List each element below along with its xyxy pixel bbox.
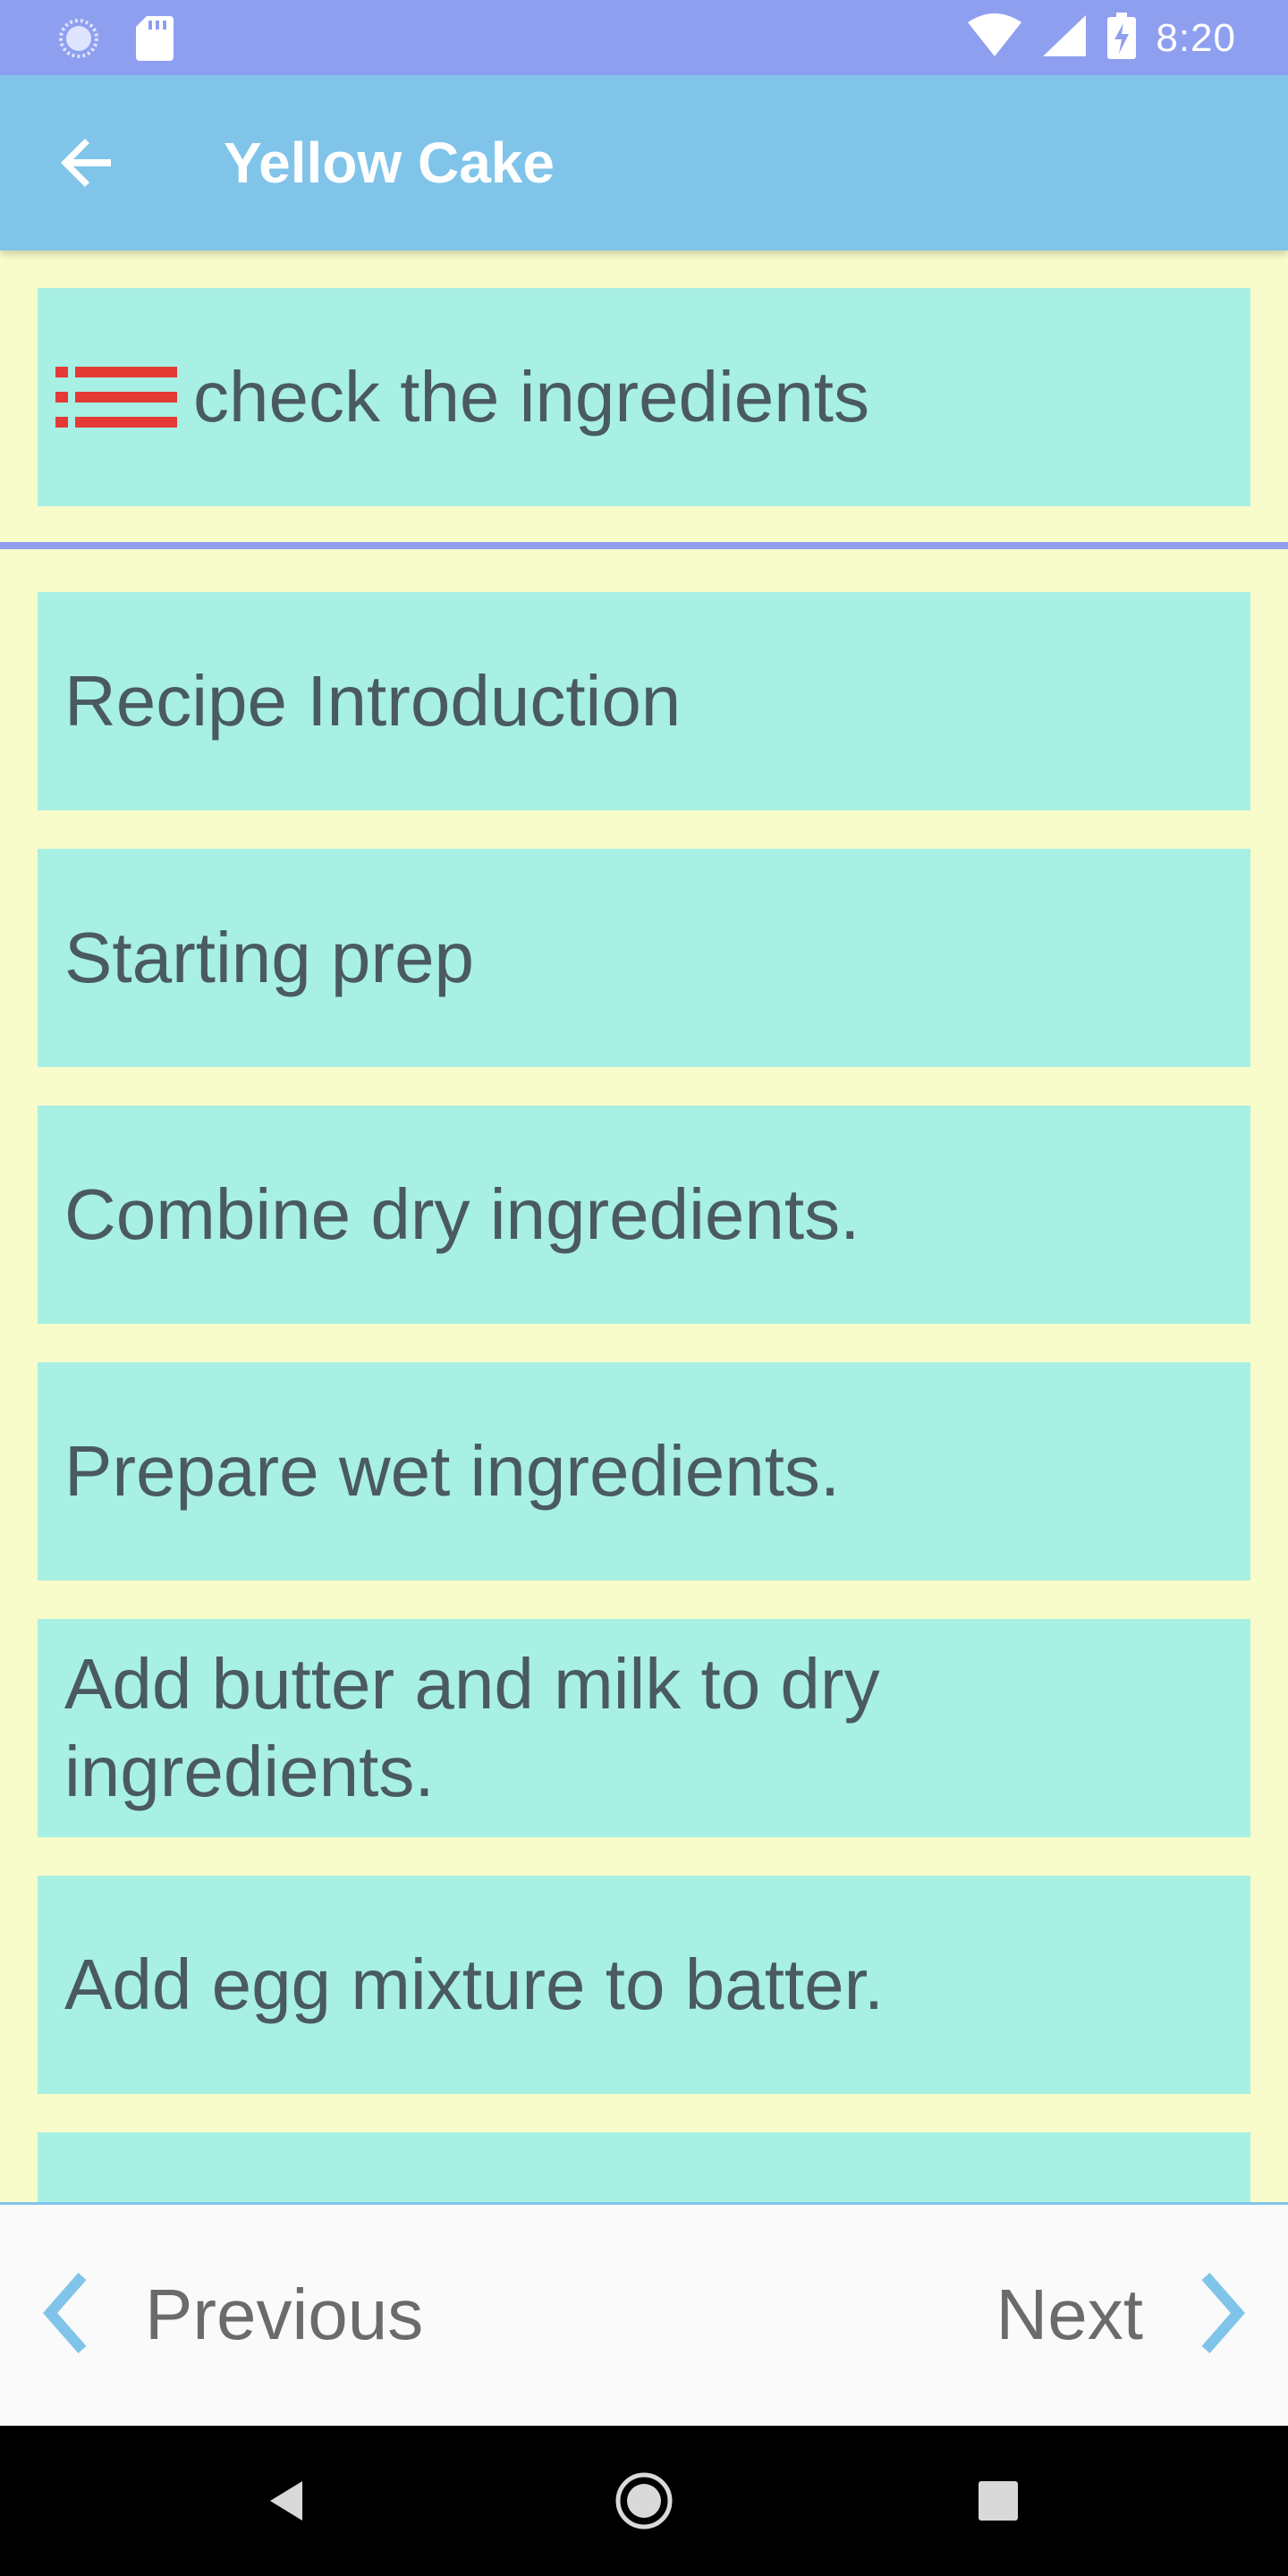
system-navigation-bar (0, 2426, 1288, 2576)
list-icon (55, 361, 177, 433)
sd-card-icon (136, 16, 174, 65)
previous-label: Previous (145, 2275, 424, 2354)
status-left-icons (57, 16, 174, 65)
step-label: Starting prep (64, 918, 475, 997)
next-button[interactable]: Next (996, 2248, 1246, 2382)
back-button[interactable] (54, 131, 122, 199)
step-label: Add butter and milk to dry ingredients. (64, 1644, 880, 1811)
home-circle-icon (614, 2471, 674, 2535)
divider (0, 542, 1288, 549)
step-item[interactable]: Add butter and milk to dry ingredients. (38, 1619, 1250, 1837)
page-title: Yellow Cake (224, 131, 555, 195)
status-time: 8:20 (1156, 15, 1236, 60)
status-bar: 8:20 (0, 0, 1288, 75)
step-item[interactable]: Prepare wet ingredients. (38, 1362, 1250, 1580)
header-text: check the ingredients (193, 357, 870, 436)
bottom-navigation: Previous Next (0, 2202, 1288, 2428)
previous-button[interactable]: Previous (43, 2248, 423, 2382)
chevron-left-icon (43, 2272, 93, 2358)
signal-icon (1041, 13, 1088, 63)
step-label: Recipe Introduction (64, 661, 682, 741)
step-label: Prepare wet ingredients. (64, 1431, 841, 1511)
step-label: Combine dry ingredients. (64, 1174, 860, 1254)
wifi-icon (968, 13, 1022, 63)
battery-charging-icon (1107, 13, 1137, 64)
sync-icon (57, 17, 100, 64)
step-item[interactable] (38, 2132, 1250, 2202)
next-label: Next (996, 2275, 1144, 2354)
step-item[interactable]: Add egg mixture to batter. (38, 1876, 1250, 2094)
triangle-back-icon (267, 2479, 306, 2527)
step-label: Add egg mixture to batter. (64, 1945, 885, 2024)
step-item[interactable]: Combine dry ingredients. (38, 1106, 1250, 1324)
arrow-back-icon (61, 136, 114, 194)
chevron-right-icon (1195, 2272, 1245, 2358)
steps-list: Recipe Introduction Starting prep Combin… (38, 592, 1250, 2202)
app-bar: Yellow Cake (0, 75, 1288, 250)
system-recents-button[interactable] (962, 2467, 1034, 2538)
system-home-button[interactable] (608, 2467, 680, 2538)
step-item[interactable]: Recipe Introduction (38, 592, 1250, 810)
status-right-icons: 8:20 (968, 13, 1236, 64)
square-recents-icon (979, 2480, 1018, 2525)
ingredients-header-card[interactable]: check the ingredients (38, 288, 1250, 506)
system-back-button[interactable] (250, 2467, 322, 2538)
step-item[interactable]: Starting prep (38, 849, 1250, 1067)
